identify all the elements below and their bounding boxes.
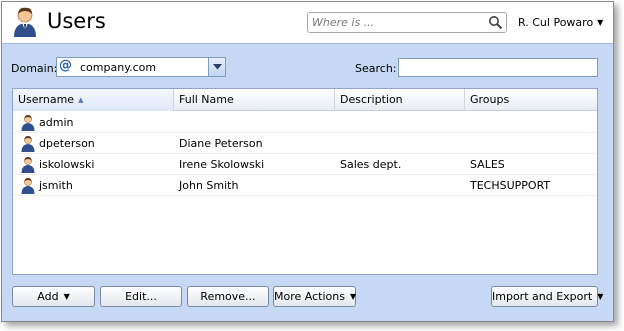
cell-full-name: Diane Peterson: [179, 137, 263, 150]
add-button[interactable]: Add ▼: [12, 286, 95, 307]
import-export-button[interactable]: Import and Export ▼: [491, 286, 603, 307]
table-row[interactable]: dpeterson Diane Peterson: [13, 133, 597, 154]
search-label: Search:: [355, 62, 397, 75]
search-icon[interactable]: [488, 15, 503, 30]
cell-description: Sales dept.: [340, 158, 402, 171]
header-bar: Users R. Cul Powaro▼: [2, 2, 613, 43]
column-header-label: Description: [340, 93, 403, 106]
add-button-label: Add: [37, 290, 59, 303]
table-row[interactable]: iskolowski Irene Skolowski Sales dept. S…: [13, 154, 597, 175]
domain-value: company.com: [80, 61, 157, 74]
domain-select[interactable]: @ company.com: [56, 57, 226, 77]
column-header-label: Groups: [470, 93, 510, 106]
user-icon: [21, 156, 35, 173]
user-icon: [21, 177, 35, 194]
sort-ascending-icon: ▲: [78, 96, 84, 104]
where-is-input[interactable]: [312, 15, 484, 30]
remove-button-label: Remove...: [200, 290, 256, 303]
edit-button[interactable]: Edit...: [100, 286, 182, 307]
search-input[interactable]: [398, 58, 598, 77]
cell-full-name: Irene Skolowski: [179, 158, 265, 171]
user-icon: [21, 114, 35, 131]
users-window: Users R. Cul Powaro▼ Domain: @ company.c…: [1, 1, 614, 322]
import-export-label: Import and Export: [492, 290, 593, 303]
cell-username: admin: [39, 116, 74, 129]
chevron-down-icon: [213, 64, 222, 70]
chevron-down-icon: ▼: [597, 292, 604, 301]
domain-label: Domain:: [11, 62, 58, 75]
column-header-username[interactable]: Username ▲: [13, 89, 174, 111]
cell-username: iskolowski: [39, 158, 95, 171]
edit-button-label: Edit...: [125, 290, 157, 303]
cell-groups: SALES: [470, 158, 505, 171]
cell-full-name: John Smith: [179, 179, 239, 192]
user-icon: [21, 135, 35, 152]
column-header-groups[interactable]: Groups: [465, 89, 597, 111]
chevron-down-icon: ▼: [597, 18, 604, 27]
domain-dropdown-button[interactable]: [208, 58, 225, 76]
remove-button[interactable]: Remove...: [187, 286, 269, 307]
table-row[interactable]: admin: [13, 112, 597, 133]
column-header-label: Full Name: [179, 93, 234, 106]
more-actions-label: More Actions: [274, 290, 345, 303]
users-table: Username ▲ Full Name Description Groups a…: [12, 88, 598, 275]
table-row[interactable]: jsmith John Smith TECHSUPPORT: [13, 175, 597, 196]
column-header-description[interactable]: Description: [335, 89, 465, 111]
cell-username: jsmith: [39, 179, 73, 192]
column-header-label: Username: [18, 93, 75, 106]
where-is-box[interactable]: [307, 12, 507, 33]
chevron-down-icon: ▼: [349, 292, 357, 301]
cell-username: dpeterson: [39, 137, 95, 150]
page-title: Users: [47, 9, 106, 33]
cell-groups: TECHSUPPORT: [470, 179, 551, 192]
users-icon: [14, 7, 36, 37]
table-header: Username ▲ Full Name Description Groups: [13, 89, 597, 111]
user-name: R. Cul Powaro: [518, 16, 594, 29]
chevron-down-icon: ▼: [63, 292, 70, 301]
column-header-full-name[interactable]: Full Name: [174, 89, 335, 111]
more-actions-button[interactable]: More Actions ▼: [273, 286, 356, 307]
user-menu[interactable]: R. Cul Powaro ▼: [518, 16, 603, 29]
at-sign-icon: @: [59, 58, 72, 73]
users-panel: Domain: @ company.com Search: Username ▲ …: [2, 43, 613, 321]
